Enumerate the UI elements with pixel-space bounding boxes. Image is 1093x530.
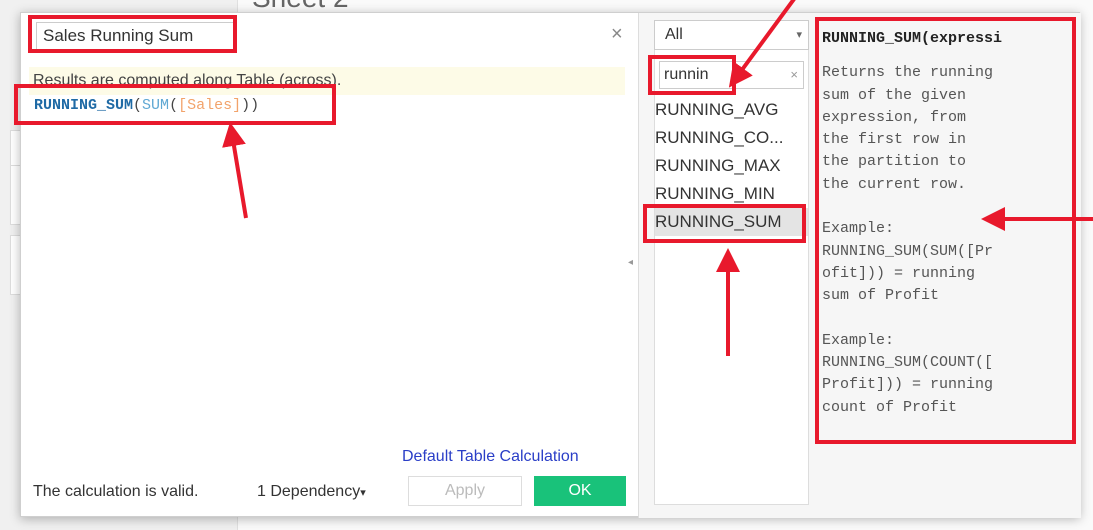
function-description-body: Returns the running sum of the given exp… xyxy=(822,64,994,416)
formula-function: RUNNING_SUM xyxy=(34,97,134,114)
calc-name-input[interactable]: Sales Running Sum xyxy=(36,22,236,50)
function-search-input[interactable]: runnin × xyxy=(659,61,804,89)
function-list-item[interactable]: RUNNING_MIN xyxy=(655,180,808,208)
function-description: RUNNING_SUM(expressi Returns the running … xyxy=(822,28,1074,440)
dependency-label: 1 Dependency xyxy=(257,483,361,500)
function-list-item[interactable]: RUNNING_AVG xyxy=(655,96,808,124)
close-icon[interactable]: × xyxy=(611,23,623,46)
function-category-select[interactable]: All ▾ xyxy=(654,20,809,50)
formula-field: [Sales] xyxy=(178,97,242,114)
function-list-item[interactable]: RUNNING_CO... xyxy=(655,124,808,152)
function-list: RUNNING_AVG RUNNING_CO... RUNNING_MAX RUNNI… xyxy=(655,96,808,236)
function-list-item[interactable]: RUNNING_SUM xyxy=(655,208,808,236)
function-signature: RUNNING_SUM(expressi xyxy=(822,30,1003,47)
info-message: Results are computed along Table (across… xyxy=(29,67,625,95)
function-list-item[interactable]: RUNNING_MAX xyxy=(655,152,808,180)
ok-button[interactable]: OK xyxy=(534,476,626,506)
calc-editor-area[interactable] xyxy=(29,65,625,445)
apply-button[interactable]: Apply xyxy=(408,476,522,506)
formula-text[interactable]: RUNNING_SUM(SUM([Sales])) xyxy=(34,97,259,114)
formula-aggregation: SUM xyxy=(142,97,170,114)
formula-paren: ( xyxy=(133,97,143,114)
clear-search-icon[interactable]: × xyxy=(790,62,798,88)
dependency-dropdown[interactable]: 1 Dependency▾ xyxy=(257,483,366,501)
function-search-value: runnin xyxy=(664,66,709,83)
function-list-panel xyxy=(654,20,809,505)
validation-status: The calculation is valid. xyxy=(33,483,199,500)
default-table-calculation-link[interactable]: Default Table Calculation xyxy=(402,448,579,466)
formula-paren: ( xyxy=(169,97,179,114)
category-selected-value: All xyxy=(665,26,683,43)
caret-down-icon: ▾ xyxy=(360,487,366,499)
collapse-handle-icon[interactable]: ◂ xyxy=(628,257,633,268)
formula-paren: )) xyxy=(241,97,260,114)
calculation-editor-dialog: Sales Running Sum × Results are computed… xyxy=(20,12,1081,518)
chevron-down-icon: ▾ xyxy=(796,29,802,41)
